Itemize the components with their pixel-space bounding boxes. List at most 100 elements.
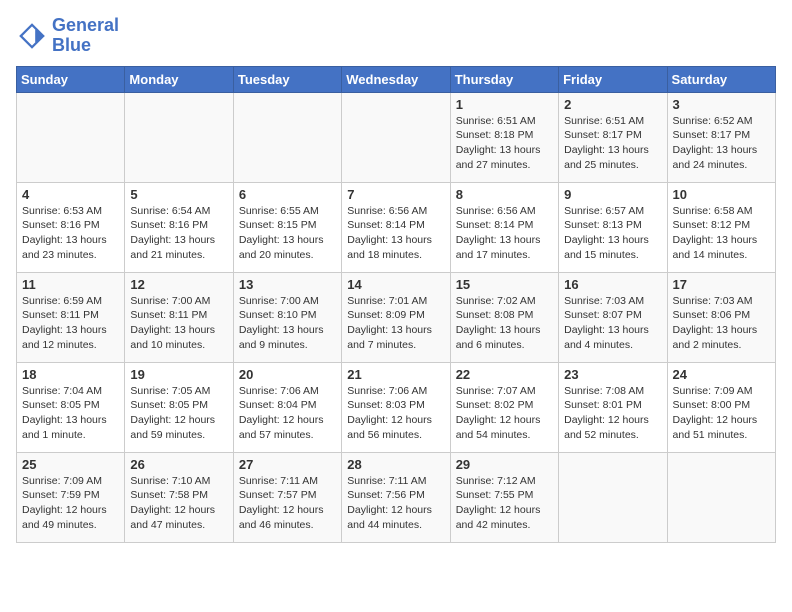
day-number: 4 xyxy=(22,187,119,202)
day-number: 9 xyxy=(564,187,661,202)
day-info: Sunrise: 7:07 AMSunset: 8:02 PMDaylight:… xyxy=(456,384,553,443)
week-row-5: 25 Sunrise: 7:09 AMSunset: 7:59 PMDayligh… xyxy=(17,452,776,542)
day-number: 23 xyxy=(564,367,661,382)
calendar-cell: 19 Sunrise: 7:05 AMSunset: 8:05 PMDayligh… xyxy=(125,362,233,452)
day-info: Sunrise: 6:56 AMSunset: 8:14 PMDaylight:… xyxy=(456,204,553,263)
calendar-cell: 28Sunrise: 7:11 AMSunset: 7:56 PMDayligh… xyxy=(342,452,450,542)
day-info: Sunrise: 6:53 AMSunset: 8:16 PMDaylight:… xyxy=(22,204,119,263)
calendar-cell: 24 Sunrise: 7:09 AMSunset: 8:00 PMDayligh… xyxy=(667,362,775,452)
day-number: 8 xyxy=(456,187,553,202)
day-number: 17 xyxy=(673,277,770,292)
week-row-2: 4 Sunrise: 6:53 AMSunset: 8:16 PMDaylight… xyxy=(17,182,776,272)
column-header-sunday: Sunday xyxy=(17,66,125,92)
calendar-table: SundayMondayTuesdayWednesdayThursdayFrid… xyxy=(16,66,776,543)
calendar-cell: 7 Sunrise: 6:56 AMSunset: 8:14 PMDaylight… xyxy=(342,182,450,272)
day-info: Sunrise: 7:09 AMSunset: 8:00 PMDaylight:… xyxy=(673,384,770,443)
day-info: Sunrise: 7:08 AMSunset: 8:01 PMDaylight:… xyxy=(564,384,661,443)
day-number: 26 xyxy=(130,457,227,472)
day-info: Sunrise: 7:06 AMSunset: 8:04 PMDaylight:… xyxy=(239,384,336,443)
day-number: 16 xyxy=(564,277,661,292)
calendar-cell: 23 Sunrise: 7:08 AMSunset: 8:01 PMDayligh… xyxy=(559,362,667,452)
column-header-wednesday: Wednesday xyxy=(342,66,450,92)
calendar-header-row: SundayMondayTuesdayWednesdayThursdayFrid… xyxy=(17,66,776,92)
day-info: Sunrise: 6:59 AMSunset: 8:11 PMDaylight:… xyxy=(22,294,119,353)
day-number: 3 xyxy=(673,97,770,112)
page-header: General Blue xyxy=(16,16,776,56)
calendar-cell xyxy=(17,92,125,182)
calendar-cell: 20Sunrise: 7:06 AMSunset: 8:04 PMDayligh… xyxy=(233,362,341,452)
calendar-cell xyxy=(125,92,233,182)
day-number: 11 xyxy=(22,277,119,292)
day-info: Sunrise: 7:01 AMSunset: 8:09 PMDaylight:… xyxy=(347,294,444,353)
day-info: Sunrise: 7:03 AMSunset: 8:06 PMDaylight:… xyxy=(673,294,770,353)
day-info: Sunrise: 6:58 AMSunset: 8:12 PMDaylight:… xyxy=(673,204,770,263)
column-header-thursday: Thursday xyxy=(450,66,558,92)
column-header-tuesday: Tuesday xyxy=(233,66,341,92)
day-number: 6 xyxy=(239,187,336,202)
day-info: Sunrise: 6:56 AMSunset: 8:14 PMDaylight:… xyxy=(347,204,444,263)
day-number: 19 xyxy=(130,367,227,382)
day-number: 18 xyxy=(22,367,119,382)
week-row-1: 1 Sunrise: 6:51 AMSunset: 8:18 PMDaylight… xyxy=(17,92,776,182)
day-info: Sunrise: 6:51 AMSunset: 8:17 PMDaylight:… xyxy=(564,114,661,173)
day-number: 22 xyxy=(456,367,553,382)
calendar-cell: 12 Sunrise: 7:00 AMSunset: 8:11 PMDayligh… xyxy=(125,272,233,362)
calendar-cell: 3 Sunrise: 6:52 AMSunset: 8:17 PMDaylight… xyxy=(667,92,775,182)
calendar-cell: 14 Sunrise: 7:01 AMSunset: 8:09 PMDayligh… xyxy=(342,272,450,362)
calendar-cell: 21 Sunrise: 7:06 AMSunset: 8:03 PMDayligh… xyxy=(342,362,450,452)
calendar-cell: 25 Sunrise: 7:09 AMSunset: 7:59 PMDayligh… xyxy=(17,452,125,542)
day-info: Sunrise: 6:55 AMSunset: 8:15 PMDaylight:… xyxy=(239,204,336,263)
calendar-cell: 29 Sunrise: 7:12 AMSunset: 7:55 PMDayligh… xyxy=(450,452,558,542)
day-number: 10 xyxy=(673,187,770,202)
calendar-cell xyxy=(342,92,450,182)
calendar-cell: 27 Sunrise: 7:11 AMSunset: 7:57 PMDayligh… xyxy=(233,452,341,542)
calendar-cell: 18 Sunrise: 7:04 AMSunset: 8:05 PMDayligh… xyxy=(17,362,125,452)
week-row-4: 18 Sunrise: 7:04 AMSunset: 8:05 PMDayligh… xyxy=(17,362,776,452)
day-info: Sunrise: 7:06 AMSunset: 8:03 PMDaylight:… xyxy=(347,384,444,443)
day-number: 1 xyxy=(456,97,553,112)
day-info: Sunrise: 7:10 AMSunset: 7:58 PMDaylight:… xyxy=(130,474,227,533)
calendar-cell: 16 Sunrise: 7:03 AMSunset: 8:07 PMDayligh… xyxy=(559,272,667,362)
day-number: 15 xyxy=(456,277,553,292)
day-info: Sunrise: 6:52 AMSunset: 8:17 PMDaylight:… xyxy=(673,114,770,173)
column-header-friday: Friday xyxy=(559,66,667,92)
day-number: 29 xyxy=(456,457,553,472)
day-info: Sunrise: 7:09 AMSunset: 7:59 PMDaylight:… xyxy=(22,474,119,533)
day-info: Sunrise: 6:54 AMSunset: 8:16 PMDaylight:… xyxy=(130,204,227,263)
calendar-cell xyxy=(667,452,775,542)
calendar-cell: 5Sunrise: 6:54 AMSunset: 8:16 PMDaylight… xyxy=(125,182,233,272)
day-number: 12 xyxy=(130,277,227,292)
week-row-3: 11 Sunrise: 6:59 AMSunset: 8:11 PMDayligh… xyxy=(17,272,776,362)
calendar-cell: 2 Sunrise: 6:51 AMSunset: 8:17 PMDaylight… xyxy=(559,92,667,182)
calendar-cell: 22 Sunrise: 7:07 AMSunset: 8:02 PMDayligh… xyxy=(450,362,558,452)
calendar-cell: 13Sunrise: 7:00 AMSunset: 8:10 PMDayligh… xyxy=(233,272,341,362)
day-info: Sunrise: 7:02 AMSunset: 8:08 PMDaylight:… xyxy=(456,294,553,353)
day-number: 14 xyxy=(347,277,444,292)
day-info: Sunrise: 7:11 AMSunset: 7:57 PMDaylight:… xyxy=(239,474,336,533)
calendar-cell: 11 Sunrise: 6:59 AMSunset: 8:11 PMDayligh… xyxy=(17,272,125,362)
calendar-cell: 10 Sunrise: 6:58 AMSunset: 8:12 PMDayligh… xyxy=(667,182,775,272)
calendar-cell: 17 Sunrise: 7:03 AMSunset: 8:06 PMDayligh… xyxy=(667,272,775,362)
day-number: 28 xyxy=(347,457,444,472)
day-info: Sunrise: 6:51 AMSunset: 8:18 PMDaylight:… xyxy=(456,114,553,173)
day-info: Sunrise: 6:57 AMSunset: 8:13 PMDaylight:… xyxy=(564,204,661,263)
calendar-cell: 4 Sunrise: 6:53 AMSunset: 8:16 PMDaylight… xyxy=(17,182,125,272)
day-number: 24 xyxy=(673,367,770,382)
day-info: Sunrise: 7:00 AMSunset: 8:11 PMDaylight:… xyxy=(130,294,227,353)
logo-text: General Blue xyxy=(52,16,119,56)
day-number: 7 xyxy=(347,187,444,202)
column-header-monday: Monday xyxy=(125,66,233,92)
calendar-cell: 6 Sunrise: 6:55 AMSunset: 8:15 PMDaylight… xyxy=(233,182,341,272)
calendar-cell: 26 Sunrise: 7:10 AMSunset: 7:58 PMDayligh… xyxy=(125,452,233,542)
day-number: 2 xyxy=(564,97,661,112)
day-info: Sunrise: 7:05 AMSunset: 8:05 PMDaylight:… xyxy=(130,384,227,443)
day-number: 25 xyxy=(22,457,119,472)
calendar-cell: 8 Sunrise: 6:56 AMSunset: 8:14 PMDaylight… xyxy=(450,182,558,272)
day-number: 21 xyxy=(347,367,444,382)
day-info: Sunrise: 7:03 AMSunset: 8:07 PMDaylight:… xyxy=(564,294,661,353)
day-number: 27 xyxy=(239,457,336,472)
calendar-cell xyxy=(559,452,667,542)
calendar-cell: 15 Sunrise: 7:02 AMSunset: 8:08 PMDayligh… xyxy=(450,272,558,362)
day-info: Sunrise: 7:12 AMSunset: 7:55 PMDaylight:… xyxy=(456,474,553,533)
day-info: Sunrise: 7:04 AMSunset: 8:05 PMDaylight:… xyxy=(22,384,119,443)
